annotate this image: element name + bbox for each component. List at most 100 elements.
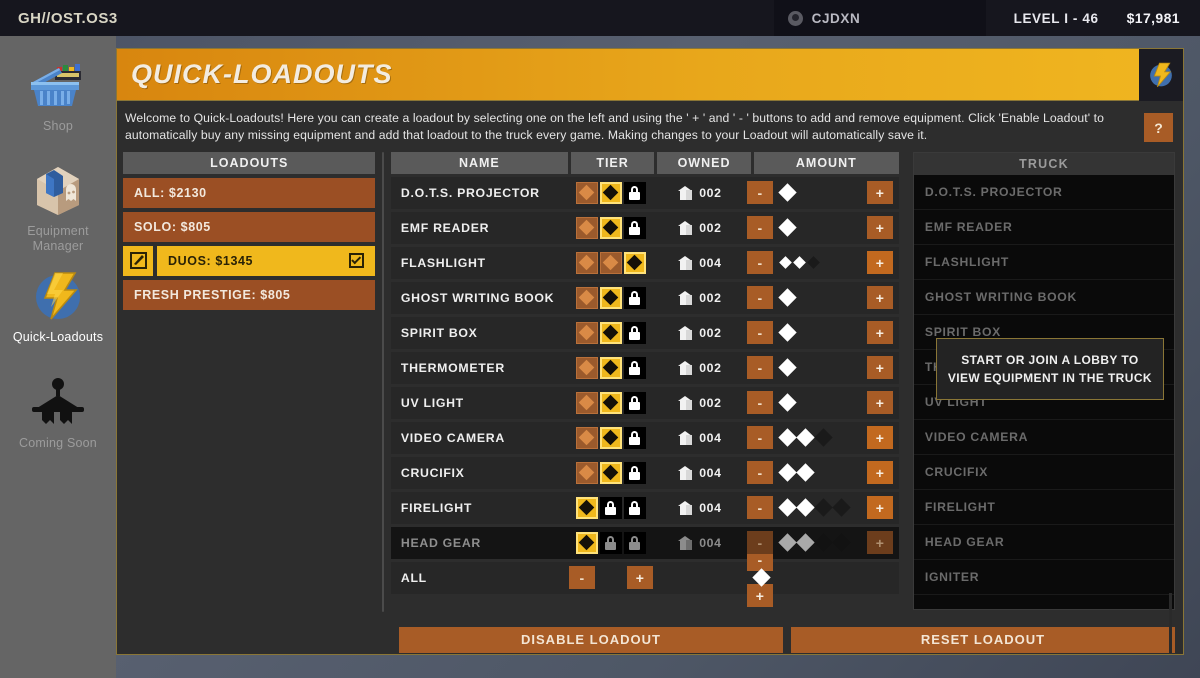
amount-slots: [773, 323, 867, 342]
amount-plus-button[interactable]: +: [866, 251, 893, 275]
tier-locked-cell[interactable]: [599, 531, 622, 554]
loadout-item[interactable]: SOLO: $805: [123, 211, 376, 242]
tier-current-cell[interactable]: [599, 286, 622, 309]
amount-plus-button[interactable]: +: [866, 391, 893, 415]
tier-cells: [569, 251, 653, 274]
owned-count-value: 002: [699, 325, 722, 340]
tier-current-cell[interactable]: [599, 391, 622, 414]
user-chip[interactable]: CJDXN: [773, 0, 986, 36]
amount-slot: [793, 256, 806, 270]
all-tier-minus-button[interactable]: -: [568, 566, 595, 590]
tier-owned-cell[interactable]: [575, 321, 598, 344]
table-row: VIDEO CAMERA 004- +: [390, 421, 899, 454]
table-row: SPIRIT BOX 002 - +: [390, 316, 899, 349]
edit-loadout-button[interactable]: [123, 245, 153, 276]
tier-current-cell[interactable]: [599, 426, 622, 449]
tier-current-cell[interactable]: [599, 216, 622, 239]
amount-plus-button[interactable]: +: [866, 216, 893, 240]
package-box-icon: [678, 430, 693, 445]
sidebar-item-equipment-manager[interactable]: Equipment Manager: [2, 159, 114, 253]
amount-plus-button[interactable]: +: [866, 531, 893, 555]
all-amount-plus-button[interactable]: +: [746, 584, 773, 608]
amount-minus-button[interactable]: -: [746, 321, 773, 345]
tier-locked-cell[interactable]: [623, 216, 646, 239]
amount-minus-button[interactable]: -: [746, 461, 773, 485]
amount-slot: [796, 428, 815, 447]
app-brand: GH//OST.OS3: [18, 9, 118, 27]
tier-locked-cell[interactable]: [623, 356, 646, 379]
panel-header: QUICK-LOADOUTS: [117, 49, 1183, 101]
tier-owned-cell[interactable]: [575, 426, 598, 449]
amount-plus-button[interactable]: +: [866, 321, 893, 345]
loadout-item[interactable]: FRESH PRESTIGE: $805: [123, 279, 376, 310]
loadout-enabled-checkbox[interactable]: [349, 253, 365, 269]
amount-plus-button[interactable]: +: [866, 286, 893, 310]
amount-plus-button[interactable]: +: [866, 426, 893, 450]
tier-locked-cell[interactable]: [623, 426, 646, 449]
amount-slot: [814, 428, 833, 447]
truck-list-item: IGNITER: [913, 560, 1174, 595]
owned-count: 002: [653, 395, 747, 410]
amount-plus-button[interactable]: +: [866, 461, 893, 485]
all-tier-plus-button[interactable]: +: [626, 566, 653, 590]
tier-locked-cell[interactable]: [623, 531, 646, 554]
tier-owned-cell[interactable]: [575, 251, 598, 274]
amount-controls: - +: [746, 216, 893, 240]
amount-minus-button[interactable]: -: [746, 216, 773, 240]
truck-list-item: EMF READER: [913, 210, 1174, 245]
loadout-item[interactable]: DUOS: $1345: [157, 245, 376, 276]
equipment-name: THERMOMETER: [400, 360, 505, 375]
reset-loadout-button[interactable]: RESET LOADOUT: [791, 626, 1175, 653]
tier-locked-cell[interactable]: [623, 496, 646, 519]
amount-minus-button[interactable]: -: [746, 496, 773, 520]
tier-cells: [569, 286, 653, 309]
amount-minus-button[interactable]: -: [746, 286, 773, 310]
tier-owned-cell[interactable]: [575, 356, 598, 379]
tier-locked-cell[interactable]: [623, 391, 646, 414]
amount-minus-button[interactable]: -: [746, 356, 773, 380]
amount-minus-button[interactable]: -: [746, 531, 773, 555]
amount-minus-button[interactable]: -: [746, 426, 773, 450]
tier-current-cell[interactable]: [599, 356, 622, 379]
amount-plus-button[interactable]: +: [866, 496, 893, 520]
tier-owned-cell[interactable]: [575, 286, 598, 309]
tier-current-cell[interactable]: [575, 531, 598, 554]
owned-count-value: 002: [699, 185, 722, 200]
lock-icon: [628, 465, 641, 480]
tier-owned-cell[interactable]: [575, 461, 598, 484]
owned-count: 004: [653, 430, 747, 445]
tier-locked-cell[interactable]: [623, 181, 646, 204]
tier-current-cell[interactable]: [599, 321, 622, 344]
tier-owned-cell[interactable]: [599, 251, 622, 274]
package-box-icon: [678, 220, 693, 235]
tier-owned-cell[interactable]: [575, 216, 598, 239]
amount-plus-button[interactable]: +: [866, 356, 893, 380]
package-box-icon: [678, 395, 693, 410]
tier-current-cell[interactable]: [599, 181, 622, 204]
tier-current-cell[interactable]: [599, 461, 622, 484]
truck-scrollbar[interactable]: [1169, 592, 1172, 653]
lock-icon: [628, 185, 641, 200]
sidebar-item-shop[interactable]: Shop: [2, 54, 114, 133]
disable-loadout-button[interactable]: DISABLE LOADOUT: [399, 626, 783, 653]
tier-current-cell[interactable]: [623, 251, 646, 274]
help-button[interactable]: ?: [1144, 113, 1173, 142]
tier-locked-cell[interactable]: [623, 461, 646, 484]
table-row: GHOST WRITING BOOK 002- +: [390, 281, 899, 314]
amount-minus-button[interactable]: -: [746, 391, 773, 415]
sidebar-item-coming-soon[interactable]: Coming Soon: [2, 371, 114, 450]
sidebar-item-quick-loadouts[interactable]: Quick-Loadouts: [2, 265, 114, 344]
amount-plus-button[interactable]: +: [866, 181, 893, 205]
tier-locked-cell[interactable]: [623, 321, 646, 344]
tier-current-cell[interactable]: [575, 496, 598, 519]
tier-locked-cell[interactable]: [599, 496, 622, 519]
tier-locked-cell[interactable]: [623, 286, 646, 309]
page-title: QUICK-LOADOUTS: [131, 59, 393, 89]
equipment-name: SPIRIT BOX: [400, 325, 478, 340]
loadout-item[interactable]: ALL: $2130: [123, 177, 376, 208]
amount-minus-button[interactable]: -: [746, 251, 773, 275]
tier-owned-cell[interactable]: [575, 181, 598, 204]
amount-minus-button[interactable]: -: [746, 181, 773, 205]
owned-count: 002: [653, 220, 747, 235]
tier-owned-cell[interactable]: [575, 391, 598, 414]
